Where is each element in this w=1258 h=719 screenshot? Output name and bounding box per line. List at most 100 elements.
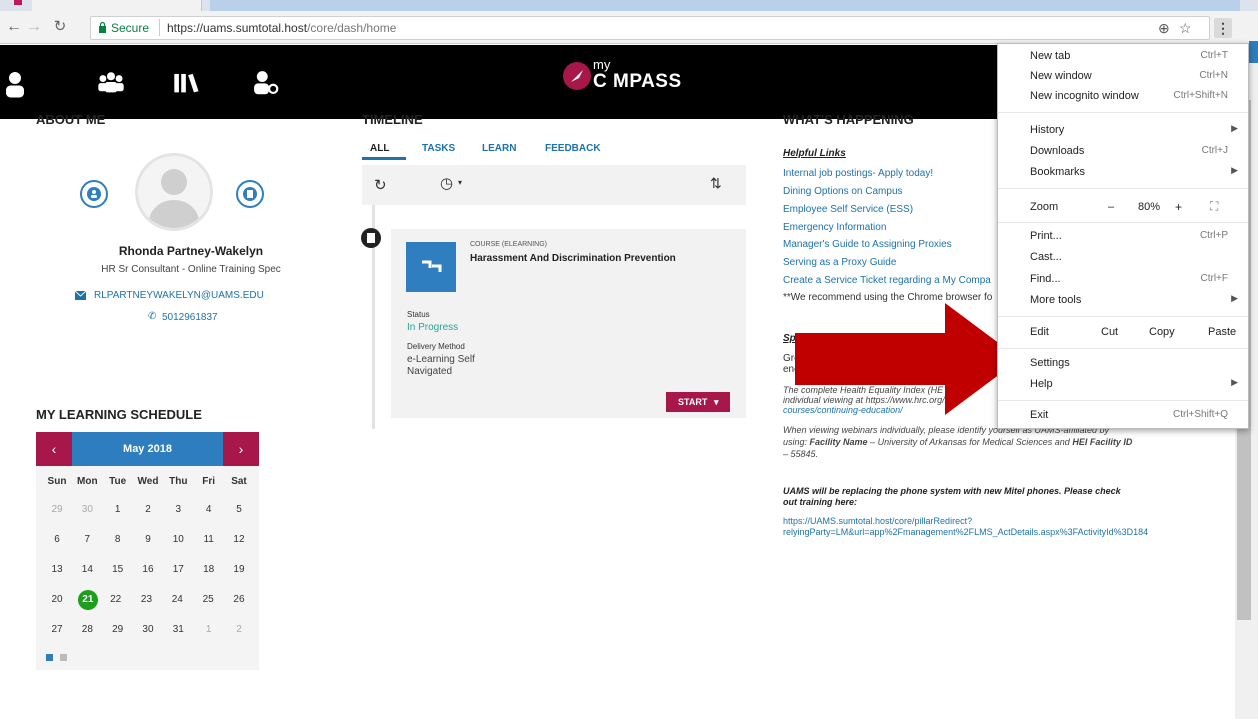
browser-tab[interactable] — [32, 0, 202, 11]
calendar-day[interactable]: 11 — [196, 530, 222, 550]
edit-paste-button[interactable]: Paste — [1208, 326, 1236, 338]
menu-more-tools[interactable]: More tools ▶ — [998, 291, 1248, 312]
calendar-day[interactable]: 4 — [196, 500, 222, 520]
calendar-day[interactable]: 1 — [196, 620, 222, 640]
menu-find[interactable]: Find... Ctrl+F — [998, 270, 1248, 291]
person-icon[interactable] — [0, 69, 30, 99]
url-text[interactable]: https://uams.sumtotal.host/core/dash/hom… — [167, 21, 396, 35]
zoom-in-button[interactable]: + — [1175, 200, 1182, 214]
calendar-day[interactable]: 19 — [226, 560, 252, 580]
calendar-day[interactable]: 5 — [226, 500, 252, 520]
menu-new-window[interactable]: New window Ctrl+N — [998, 67, 1248, 88]
transcript-button[interactable] — [236, 180, 264, 208]
calendar-day[interactable]: 8 — [105, 530, 131, 550]
calendar-day[interactable]: 1 — [105, 500, 131, 520]
tab-tasks[interactable]: TASKS — [422, 143, 455, 154]
calendar-day[interactable]: 26 — [226, 590, 252, 610]
calendar-day[interactable]: 12 — [226, 530, 252, 550]
prev-month-button[interactable]: ‹ — [36, 432, 72, 466]
calendar-day[interactable]: 15 — [105, 560, 131, 580]
calendar-grid: 29 30 1 2 3 4 5 6 7 8 9 10 11 12 13 14 15 16 17 18 19 20 21 22 2… — [44, 500, 252, 650]
menu-label: Cast... — [1030, 251, 1062, 263]
zoom-out-button[interactable]: – — [1108, 201, 1114, 213]
library-icon[interactable] — [172, 67, 202, 97]
menu-settings[interactable]: Settings — [998, 354, 1248, 375]
helpful-link[interactable]: Manager's Guide to Assigning Proxies — [783, 239, 952, 250]
next-month-button[interactable]: › — [223, 432, 259, 466]
menu-cast[interactable]: Cast... — [998, 248, 1248, 269]
user-email[interactable]: RLPARTNEYWAKELYN@UAMS.EDU — [94, 290, 264, 301]
calendar-day[interactable]: 7 — [74, 530, 100, 550]
helpful-link[interactable]: Emergency Information — [783, 222, 886, 233]
forward-icon[interactable]: → — [24, 18, 44, 36]
sort-icon[interactable]: ⇅ — [710, 175, 722, 192]
calendar-day[interactable]: 14 — [74, 560, 100, 580]
zoom-indicator-icon[interactable]: ⊕ — [1158, 20, 1170, 37]
bookmark-star-icon[interactable]: ☆ — [1179, 20, 1192, 37]
edit-cut-button[interactable]: Cut — [1101, 326, 1118, 338]
calendar-day[interactable]: 10 — [165, 530, 191, 550]
calendar-day[interactable]: 13 — [44, 560, 70, 580]
calendar-day[interactable]: 23 — [133, 590, 159, 610]
menu-downloads[interactable]: Downloads Ctrl+J — [998, 142, 1248, 163]
calendar-day[interactable]: 18 — [196, 560, 222, 580]
user-phone[interactable]: 5012961837 — [162, 312, 218, 323]
address-bar[interactable]: Secure https://uams.sumtotal.host/core/d… — [90, 16, 1210, 40]
calendar-day[interactable]: 20 — [44, 590, 70, 610]
calendar-day-today[interactable]: 21 — [77, 590, 98, 610]
helpful-link[interactable]: Internal job postings- Apply today! — [783, 168, 933, 179]
helpful-link[interactable]: Serving as a Proxy Guide — [783, 257, 896, 268]
menu-help[interactable]: Help ▶ — [998, 375, 1248, 396]
helpful-link[interactable]: Create a Service Ticket regarding a My C… — [783, 275, 991, 286]
phone-training-link[interactable]: https://UAMS.sumtotal.host/core/pillarRe… — [783, 516, 972, 526]
calendar-day[interactable]: 30 — [74, 500, 100, 520]
team-icon[interactable] — [96, 67, 126, 97]
caret-down-icon[interactable]: ▾ — [714, 392, 719, 412]
course-card[interactable]: COURSE (ELEARNING) Harassment And Discri… — [391, 229, 746, 418]
tab-all[interactable]: ALL — [370, 143, 389, 154]
fullscreen-icon[interactable]: ⛶ — [1210, 199, 1218, 214]
menu-new-tab[interactable]: New tab Ctrl+T — [998, 47, 1248, 68]
calendar-day[interactable]: 30 — [135, 620, 161, 640]
calendar-day[interactable]: 29 — [44, 500, 70, 520]
calendar-day[interactable]: 31 — [165, 620, 191, 640]
reload-icon[interactable]: ↻ — [50, 18, 70, 36]
calendar-day[interactable]: 16 — [135, 560, 161, 580]
calendar-day[interactable]: 28 — [74, 620, 100, 640]
calendar-day[interactable]: 3 — [165, 500, 191, 520]
calendar-day[interactable]: 25 — [195, 590, 221, 610]
phone-training-link-2[interactable]: relyingParty=LM&url=app%2Fmanagement%2FL… — [783, 527, 1148, 537]
tab-feedback[interactable]: FEEDBACK — [545, 143, 601, 154]
start-button[interactable]: START ▾ — [666, 392, 730, 412]
profile-button[interactable] — [80, 180, 108, 208]
mycompass-logo[interactable]: my C MPASS — [562, 57, 702, 107]
menu-new-incognito[interactable]: New incognito window Ctrl+Shift+N — [998, 87, 1248, 108]
menu-print[interactable]: Print... Ctrl+P — [998, 227, 1248, 248]
chrome-menu-icon[interactable]: ⋮ — [1214, 18, 1232, 38]
refresh-icon[interactable]: ↻ — [374, 176, 387, 194]
helpful-link[interactable]: Dining Options on Campus — [783, 186, 903, 197]
calendar-day[interactable]: 24 — [164, 590, 190, 610]
edit-copy-button[interactable]: Copy — [1149, 326, 1175, 338]
side-tab[interactable] — [1249, 41, 1258, 63]
menu-history[interactable]: History ▶ — [998, 121, 1248, 142]
tab-learn[interactable]: LEARN — [482, 143, 516, 154]
pager-dot[interactable] — [60, 654, 67, 661]
menu-bookmarks[interactable]: Bookmarks ▶ — [998, 163, 1248, 184]
calendar-day[interactable]: 9 — [135, 530, 161, 550]
calendar-day[interactable]: 29 — [105, 620, 131, 640]
chevron-down-icon[interactable]: ▾ — [458, 178, 462, 187]
course-title[interactable]: Harassment And Discrimination Prevention — [470, 253, 676, 264]
calendar-day[interactable]: 22 — [103, 590, 129, 610]
back-icon[interactable]: ← — [4, 18, 24, 36]
calendar-day[interactable]: 27 — [44, 620, 70, 640]
helpful-link[interactable]: Employee Self Service (ESS) — [783, 204, 913, 215]
menu-exit[interactable]: Exit Ctrl+Shift+Q — [998, 406, 1248, 427]
clock-filter-icon[interactable]: ◷ — [440, 174, 453, 192]
user-settings-icon[interactable] — [250, 67, 280, 97]
pager-dot-active[interactable] — [46, 654, 53, 661]
calendar-day[interactable]: 6 — [44, 530, 70, 550]
calendar-day[interactable]: 2 — [135, 500, 161, 520]
calendar-day[interactable]: 2 — [226, 620, 252, 640]
calendar-day[interactable]: 17 — [165, 560, 191, 580]
